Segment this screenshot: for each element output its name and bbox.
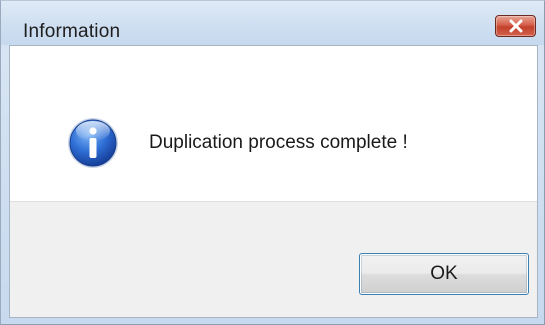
information-icon bbox=[68, 118, 118, 168]
dialog-client-area: Duplication process complete ! OK bbox=[9, 45, 538, 318]
dialog-window: Information Duplication process complete… bbox=[0, 0, 545, 325]
title-bar[interactable]: Information bbox=[1, 1, 544, 45]
close-icon bbox=[509, 19, 523, 33]
ok-button[interactable]: OK bbox=[359, 253, 529, 295]
close-button[interactable] bbox=[495, 15, 536, 37]
dialog-message: Duplication process complete ! bbox=[149, 132, 408, 153]
button-bar: OK bbox=[10, 201, 537, 317]
window-title: Information bbox=[23, 21, 121, 42]
message-area: Duplication process complete ! bbox=[10, 46, 537, 201]
